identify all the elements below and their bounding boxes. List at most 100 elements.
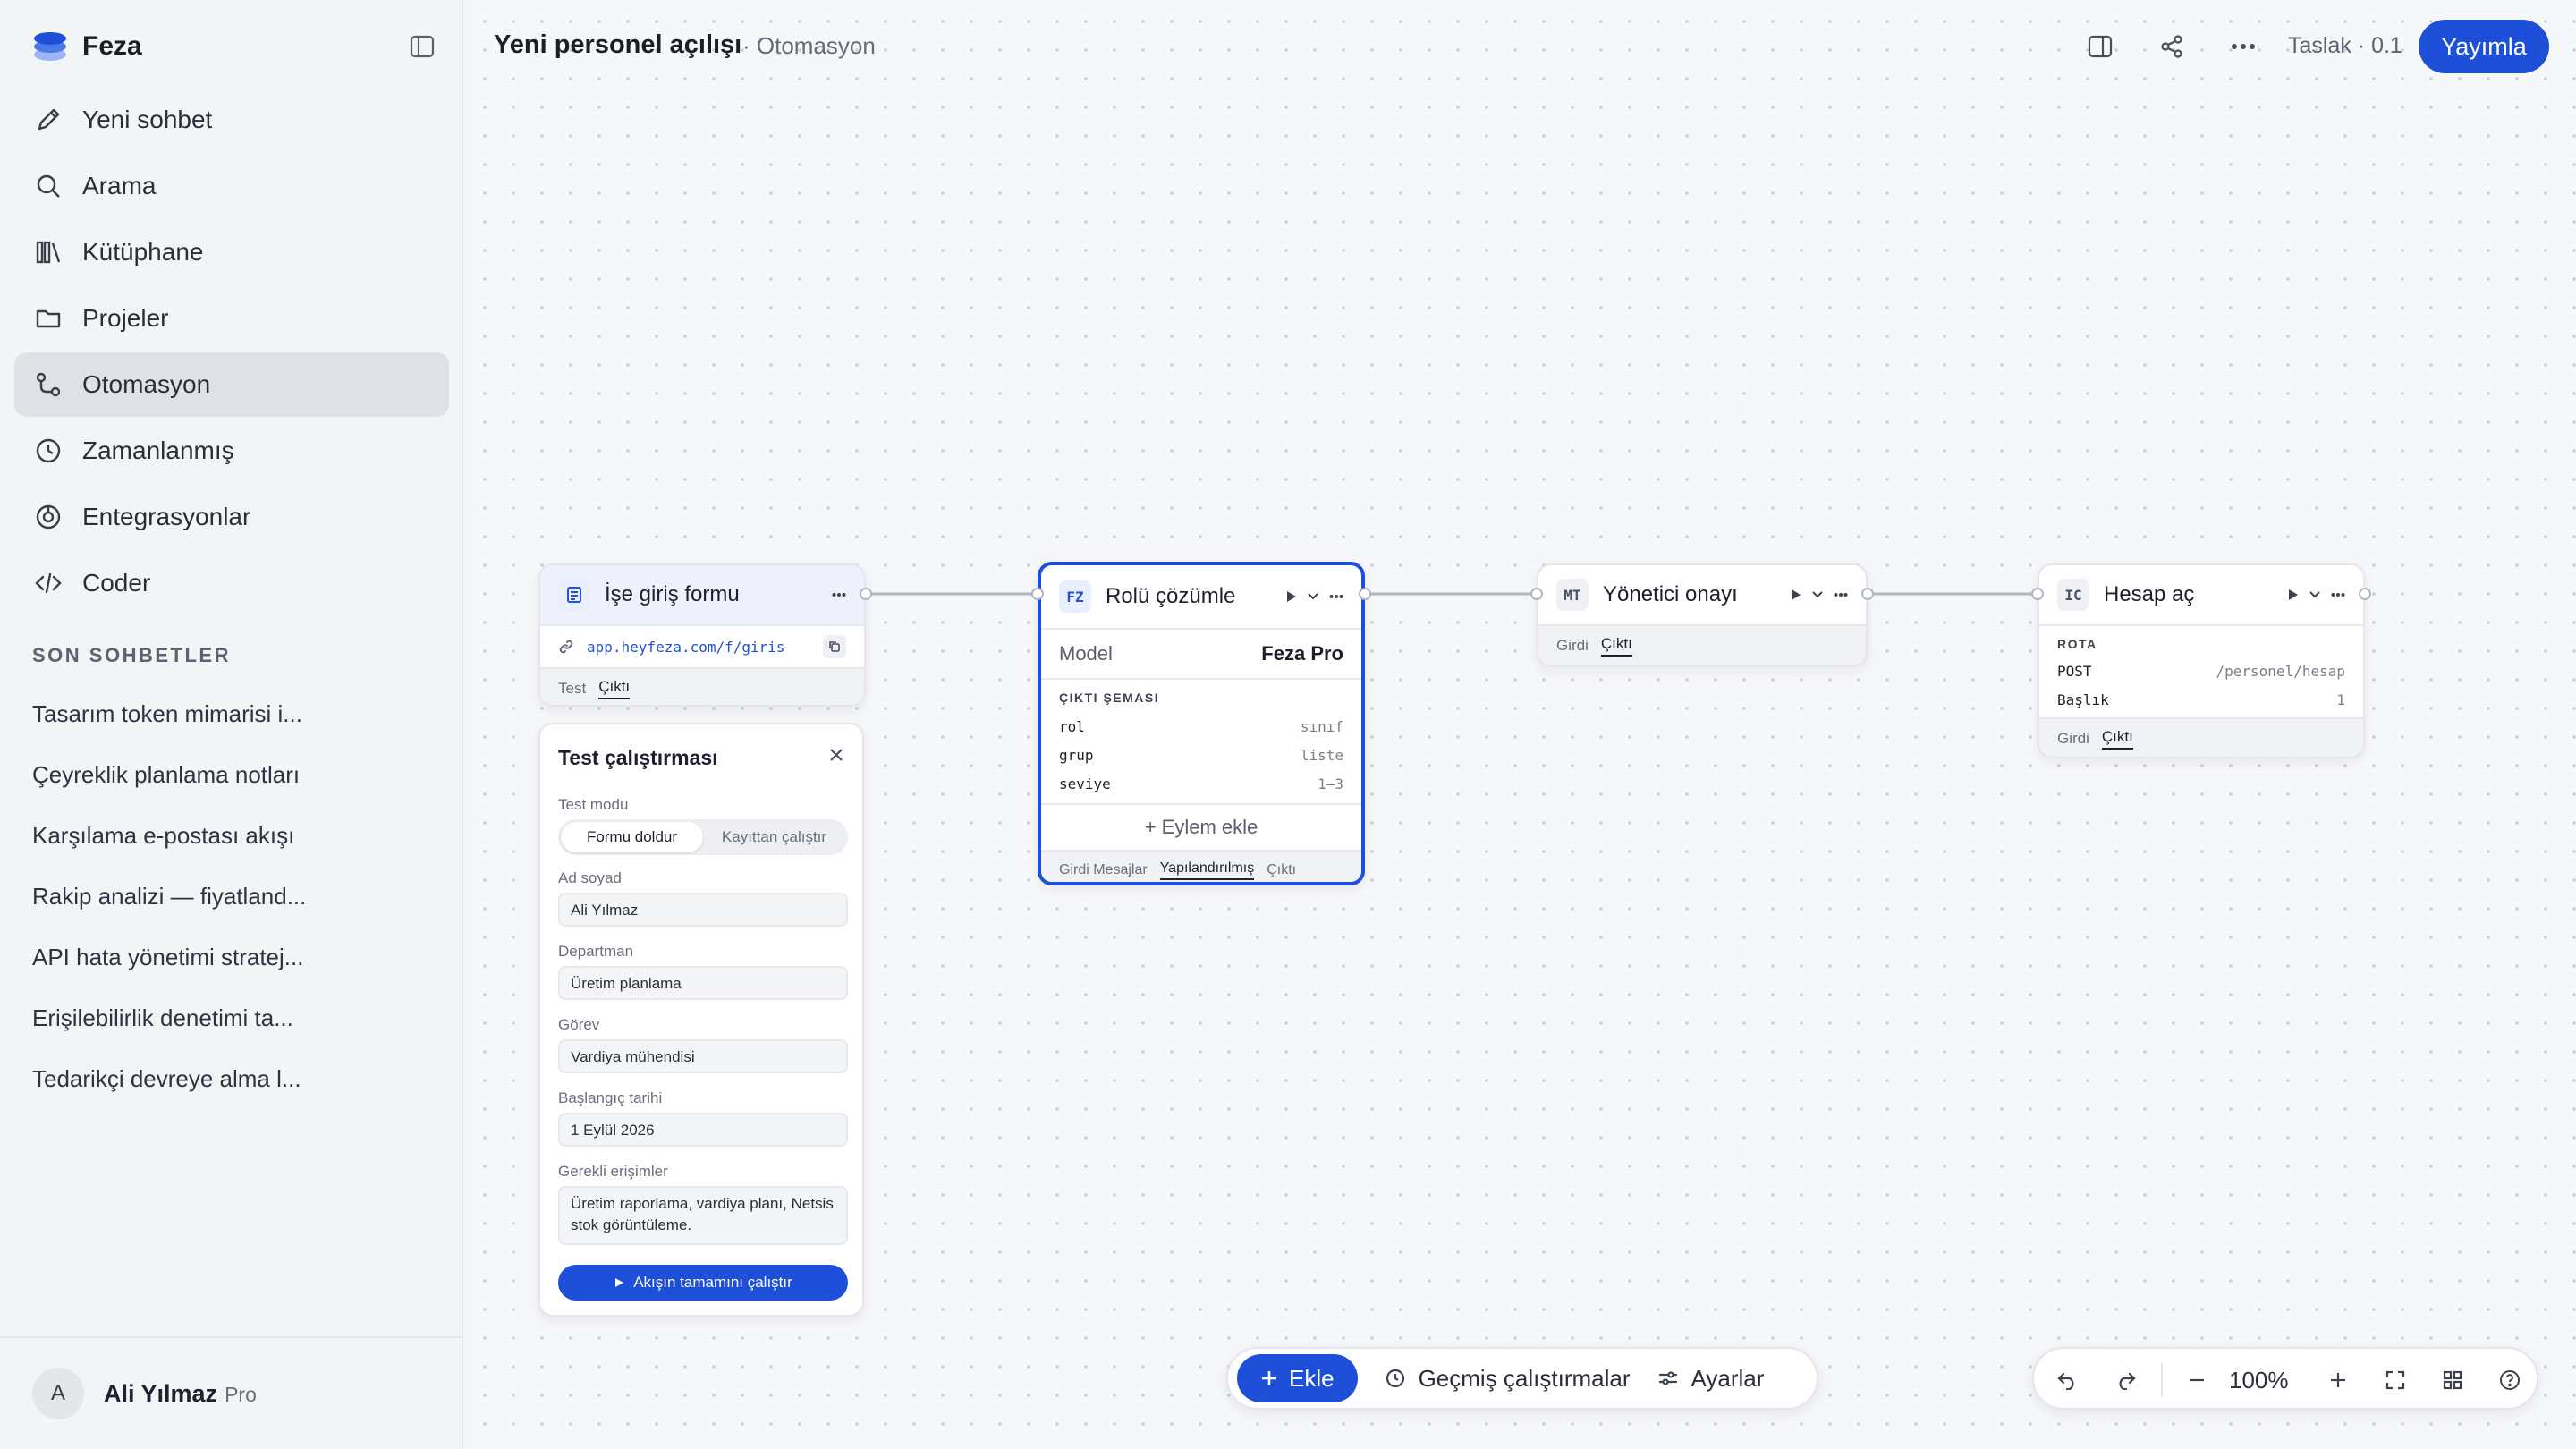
schema-key: rol	[1059, 717, 1085, 735]
node-title: Yönetici onayı	[1603, 582, 1738, 606]
schema-type: liste	[1300, 746, 1343, 764]
recent-chat-item[interactable]: Çeyreklik planlama notları	[32, 744, 444, 805]
play-icon	[615, 1278, 624, 1287]
node-onboarding-form[interactable]: İşe giriş formu app.heyfeza.com/f/giris …	[538, 564, 866, 707]
tab-test[interactable]: Test	[558, 680, 586, 698]
node-header[interactable]: IC Hesap aç	[2039, 565, 2363, 624]
chevron-down-icon[interactable]	[1812, 591, 1823, 598]
tab-input-messages[interactable]: Girdi Mesajlar	[1059, 862, 1148, 878]
tab-output[interactable]: Çıktı	[1600, 635, 1632, 657]
node-header[interactable]: İşe giriş formu	[540, 565, 864, 624]
sidebar-item-label: Yeni sohbet	[82, 106, 213, 133]
play-icon[interactable]	[1791, 589, 1801, 601]
sidebar-item-integrations[interactable]: Entegrasyonlar	[14, 485, 449, 549]
plus-icon	[2331, 1373, 2345, 1387]
recent-chat-item[interactable]: Tedarikçi devreye alma l...	[32, 1048, 444, 1109]
zoom-out-button[interactable]	[2177, 1360, 2216, 1400]
sidebar-item-scheduled[interactable]: Zamanlanmış	[14, 419, 449, 483]
sidebar-item-coder[interactable]: Coder	[14, 551, 449, 615]
input-port[interactable]	[1031, 588, 1044, 600]
output-port[interactable]	[2359, 588, 2371, 600]
recent-chat-item[interactable]: API hata yönetimi stratej...	[32, 927, 444, 987]
role-field[interactable]: Vardiya mühendisi	[558, 1039, 848, 1073]
undo-button[interactable]	[2048, 1360, 2088, 1400]
user-profile[interactable]: A Ali Yılmaz Pro	[0, 1336, 462, 1449]
chevron-down-icon[interactable]	[1308, 593, 1318, 600]
workflow-icon	[36, 372, 61, 397]
node-open-account[interactable]: IC Hesap aç ROTA POST /personel/hesap Ba…	[2038, 564, 2365, 758]
minimap-button[interactable]	[2433, 1360, 2472, 1400]
input-port[interactable]	[1530, 588, 1543, 600]
more-horizontal-icon[interactable]	[1329, 594, 1343, 599]
node-header[interactable]: FZ Rolü çözümle	[1041, 565, 1361, 628]
header-count: 1	[2336, 691, 2345, 708]
minus-icon	[2190, 1378, 2204, 1382]
sidebar-item-projects[interactable]: Projeler	[14, 286, 449, 351]
sidebar-item-label: Zamanlanmış	[82, 436, 234, 464]
sidebar-item-label: Coder	[82, 569, 151, 597]
output-port[interactable]	[1861, 588, 1874, 600]
add-node-button[interactable]: Ekle	[1237, 1354, 1358, 1402]
output-schema: ÇIKTI ŞEMASI rol sınıf grup liste seviye…	[1041, 678, 1361, 803]
name-field[interactable]: Ali Yılmaz	[558, 893, 848, 927]
recent-chat-item[interactable]: Karşılama e-postası akışı	[32, 805, 444, 866]
node-title: İşe giriş formu	[605, 582, 740, 606]
department-field[interactable]: Üretim planlama	[558, 966, 848, 1000]
node-header[interactable]: MT Yönetici onayı	[1538, 565, 1866, 624]
field-label: Departman	[558, 943, 634, 960]
start-date-field[interactable]: 1 Eylül 2026	[558, 1113, 848, 1147]
brand[interactable]: Feza	[32, 27, 142, 66]
header-label: Başlık	[2057, 691, 2109, 708]
input-port[interactable]	[2031, 588, 2044, 600]
zoom-in-button[interactable]	[2318, 1360, 2358, 1400]
node-resolve-role[interactable]: FZ Rolü çözümle Model Feza Pro ÇIKTI ŞEM…	[1038, 562, 1365, 886]
recent-chat-item[interactable]: Tasarım token mimarisi i...	[32, 683, 444, 744]
more-horizontal-icon[interactable]	[832, 592, 846, 597]
form-url-row: app.heyfeza.com/f/giris	[540, 624, 864, 667]
tab-input[interactable]: Girdi	[1556, 637, 1589, 655]
run-history-button[interactable]: Geçmiş çalıştırmalar	[1385, 1365, 1631, 1393]
field-label: Görev	[558, 1016, 600, 1033]
close-panel-button[interactable]	[828, 744, 844, 769]
grid-icon	[2443, 1370, 2462, 1390]
more-horizontal-icon[interactable]	[1834, 592, 1848, 597]
mode-fill-form[interactable]: Formu doldur	[561, 822, 703, 852]
sidebar-item-new-chat[interactable]: Yeni sohbet	[14, 88, 449, 152]
recent-chat-item[interactable]: Erişilebilirlik denetimi ta...	[32, 987, 444, 1048]
access-field[interactable]: Üretim raporlama, vardiya planı, Netsis …	[558, 1186, 848, 1245]
add-action-button[interactable]: + Eylem ekle	[1041, 803, 1361, 850]
fit-view-button[interactable]	[2376, 1360, 2415, 1400]
sidebar-item-search[interactable]: Arama	[14, 154, 449, 218]
more-horizontal-icon[interactable]	[2331, 592, 2345, 597]
model-row[interactable]: Model Feza Pro	[1041, 628, 1361, 678]
route-path: /personel/hesap	[2216, 662, 2346, 680]
zoom-level[interactable]: 100%	[2229, 1367, 2289, 1394]
tab-structured[interactable]: Yapılandırılmış	[1159, 860, 1255, 880]
help-button[interactable]	[2490, 1360, 2529, 1400]
tab-output[interactable]: Çıktı	[598, 678, 631, 699]
output-port[interactable]	[860, 588, 872, 600]
settings-button[interactable]: Ayarlar	[1657, 1365, 1764, 1393]
user-name-text: Ali Yılmaz	[104, 1379, 218, 1407]
workflow-canvas[interactable]: Yeni personel açılışı · Otomasyon Taslak…	[463, 0, 2576, 1449]
run-full-flow-button[interactable]: Akışın tamamını çalıştır	[558, 1265, 848, 1301]
play-icon[interactable]	[2288, 589, 2299, 601]
tab-output[interactable]: Çıktı	[2101, 728, 2133, 750]
redo-button[interactable]	[2106, 1360, 2145, 1400]
play-icon[interactable]	[1286, 590, 1297, 603]
sidebar-toggle-button[interactable]	[402, 29, 442, 64]
sidebar-item-library[interactable]: Kütüphane	[14, 220, 449, 284]
schema-type: sınıf	[1300, 717, 1343, 735]
node-manager-approval[interactable]: MT Yönetici onayı Girdi Çıktı	[1537, 564, 1868, 667]
recent-chat-item[interactable]: Rakip analizi — fiyatland...	[32, 866, 444, 927]
form-url[interactable]: app.heyfeza.com/f/giris	[587, 639, 810, 656]
sidebar-item-automation[interactable]: Otomasyon	[14, 352, 449, 417]
add-label: Ekle	[1289, 1364, 1335, 1392]
tab-output[interactable]: Çıktı	[1267, 862, 1296, 878]
output-port[interactable]	[1359, 588, 1371, 600]
mode-from-record[interactable]: Kayıttan çalıştır	[703, 822, 845, 852]
chevron-down-icon[interactable]	[2309, 591, 2320, 598]
sidebar-item-label: Otomasyon	[82, 370, 211, 398]
tab-input[interactable]: Girdi	[2057, 730, 2089, 748]
copy-url-button[interactable]	[823, 635, 846, 658]
